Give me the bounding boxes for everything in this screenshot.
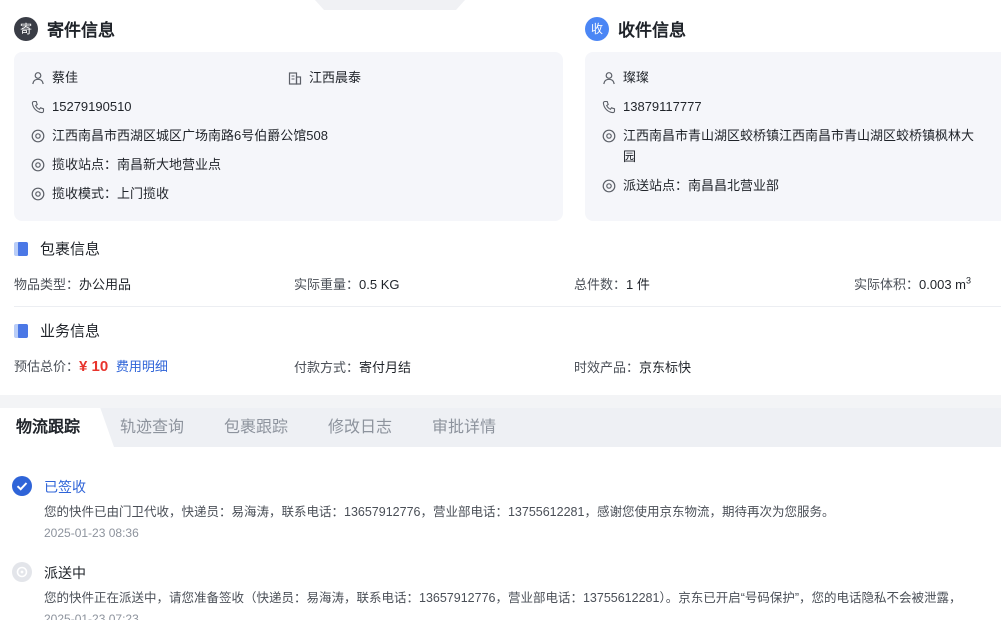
phone-icon xyxy=(602,100,616,114)
receiver-phone: 13879117777 xyxy=(623,99,702,114)
weight-label: 实际重量： xyxy=(294,277,360,292)
top-tab-decoration xyxy=(315,0,465,10)
receiver-phone-row: 13879117777 xyxy=(602,96,702,117)
timeline-desc-delivering: 您的快件正在派送中，请您准备签收（快递员：易海涛，联系电话：1365791277… xyxy=(44,591,962,605)
receiver-header: 收 收件信息 xyxy=(585,16,686,41)
receiver-badge: 收 xyxy=(585,16,609,41)
item-type-value: 办公用品 xyxy=(79,277,132,292)
sender-name-row: 蔡佳 xyxy=(31,67,78,88)
business-payment: 付款方式：寄付月结 xyxy=(294,357,411,376)
sender-company-row: 江西晨泰 xyxy=(288,67,361,88)
location-icon xyxy=(31,129,45,143)
timeline-time-signed: 2025-01-23 08:36 xyxy=(44,526,139,540)
volume-unit-superscript: 3 xyxy=(966,275,972,286)
package-count: 总件数：1 件 xyxy=(574,274,650,293)
price-label: 预估总价： xyxy=(14,359,80,374)
business-title: 业务信息 xyxy=(40,323,101,340)
receiver-delivery-station: 派送站点：南昌昌北营业部 xyxy=(623,178,780,193)
item-type-label: 物品类型： xyxy=(14,277,80,292)
business-price: 预估总价：¥ 10 费用明细 xyxy=(14,356,168,375)
product-label: 时效产品： xyxy=(574,360,640,375)
package-header: 包裹信息 xyxy=(14,238,100,259)
building-icon xyxy=(288,71,302,85)
receiver-address-line2-row: 园 xyxy=(623,146,636,167)
timeline-status-signed: 已签收 xyxy=(44,479,86,495)
package-volume: 实际体积：0.003 m3 xyxy=(854,274,971,293)
receiver-address-line1: 江西南昌市青山湖区蛟桥镇江西南昌市青山湖区蛟桥镇枫林大 xyxy=(623,128,975,143)
sender-pickup-mode: 揽收模式：上门揽收 xyxy=(52,186,170,201)
volume-value: 0.003 m xyxy=(919,277,966,292)
tab-change-log[interactable]: 修改日志 xyxy=(328,408,392,447)
tab-approval-details[interactable]: 审批详情 xyxy=(432,408,496,447)
sender-address: 江西南昌市西湖区城区广场南路6号伯爵公馆508 xyxy=(52,128,328,143)
section-divider xyxy=(14,306,1001,307)
payment-value: 寄付月结 xyxy=(359,360,412,375)
sender-badge: 寄 xyxy=(14,16,38,41)
timeline-desc-signed: 您的快件已由门卫代收，快递员：易海涛，联系电话：13657912776，营业部电… xyxy=(44,505,835,519)
receiver-title: 收件信息 xyxy=(618,21,686,40)
section-gap xyxy=(0,395,1001,408)
weight-value: 0.5 KG xyxy=(359,277,400,292)
package-item-type: 物品类型：办公用品 xyxy=(14,274,131,293)
sender-phone-row: 15279190510 xyxy=(31,96,132,117)
sender-pickup-station-row: 揽收站点：南昌新大地营业点 xyxy=(31,154,221,175)
sender-title: 寄件信息 xyxy=(47,21,115,40)
sender-phone: 15279190510 xyxy=(52,99,132,114)
location-icon xyxy=(31,158,45,172)
business-header: 业务信息 xyxy=(14,320,100,341)
package-weight: 实际重量：0.5 KG xyxy=(294,274,399,293)
business-product: 时效产品：京东标快 xyxy=(574,357,691,376)
sender-header: 寄 寄件信息 xyxy=(14,16,115,41)
sender-company: 江西晨泰 xyxy=(309,70,362,85)
count-value: 1 件 xyxy=(626,277,650,292)
location-icon xyxy=(602,129,616,143)
receiver-address-row: 江西南昌市青山湖区蛟桥镇江西南昌市青山湖区蛟桥镇枫林大 xyxy=(602,125,1001,146)
location-icon xyxy=(602,179,616,193)
package-section-icon xyxy=(14,241,28,256)
sender-name: 蔡佳 xyxy=(52,70,79,85)
sender-pickup-station: 揽收站点：南昌新大地营业点 xyxy=(52,157,222,172)
order-detail-page: 寄 寄件信息 蔡佳 江西晨泰 15279190510 江西南昌市西湖区城区广场南… xyxy=(0,0,1001,620)
volume-label: 实际体积： xyxy=(854,277,920,292)
timeline-status-delivering: 派送中 xyxy=(44,565,86,581)
clock-circle-icon xyxy=(12,562,32,582)
receiver-delivery-station-row: 派送站点：南昌昌北营业部 xyxy=(602,175,779,196)
receiver-address-line2: 园 xyxy=(623,149,637,164)
tab-bar: 物流跟踪 轨迹查询 包裹跟踪 修改日志 审批详情 xyxy=(0,408,1001,447)
receiver-name-row: 璨璨 xyxy=(602,67,649,88)
fee-detail-link[interactable]: 费用明细 xyxy=(116,359,168,374)
product-value: 京东标快 xyxy=(639,360,692,375)
business-section-icon xyxy=(14,323,28,338)
package-title: 包裹信息 xyxy=(40,241,101,258)
sender-pickup-mode-row: 揽收模式：上门揽收 xyxy=(31,183,169,204)
payment-label: 付款方式： xyxy=(294,360,360,375)
count-label: 总件数： xyxy=(574,277,627,292)
user-icon xyxy=(602,71,616,85)
sender-address-row: 江西南昌市西湖区城区广场南路6号伯爵公馆508 xyxy=(31,125,328,146)
tab-package-tracking[interactable]: 包裹跟踪 xyxy=(224,408,288,447)
timeline-time-delivering: 2025-01-23 07:23 xyxy=(44,612,139,620)
price-value: ¥ 10 xyxy=(79,358,109,375)
check-circle-icon xyxy=(12,476,32,496)
tab-trajectory-query[interactable]: 轨迹查询 xyxy=(120,408,184,447)
receiver-name: 璨璨 xyxy=(623,70,650,85)
phone-icon xyxy=(31,100,45,114)
user-icon xyxy=(31,71,45,85)
location-icon xyxy=(31,187,45,201)
tab-logistics-tracking[interactable]: 物流跟踪 xyxy=(0,408,114,447)
